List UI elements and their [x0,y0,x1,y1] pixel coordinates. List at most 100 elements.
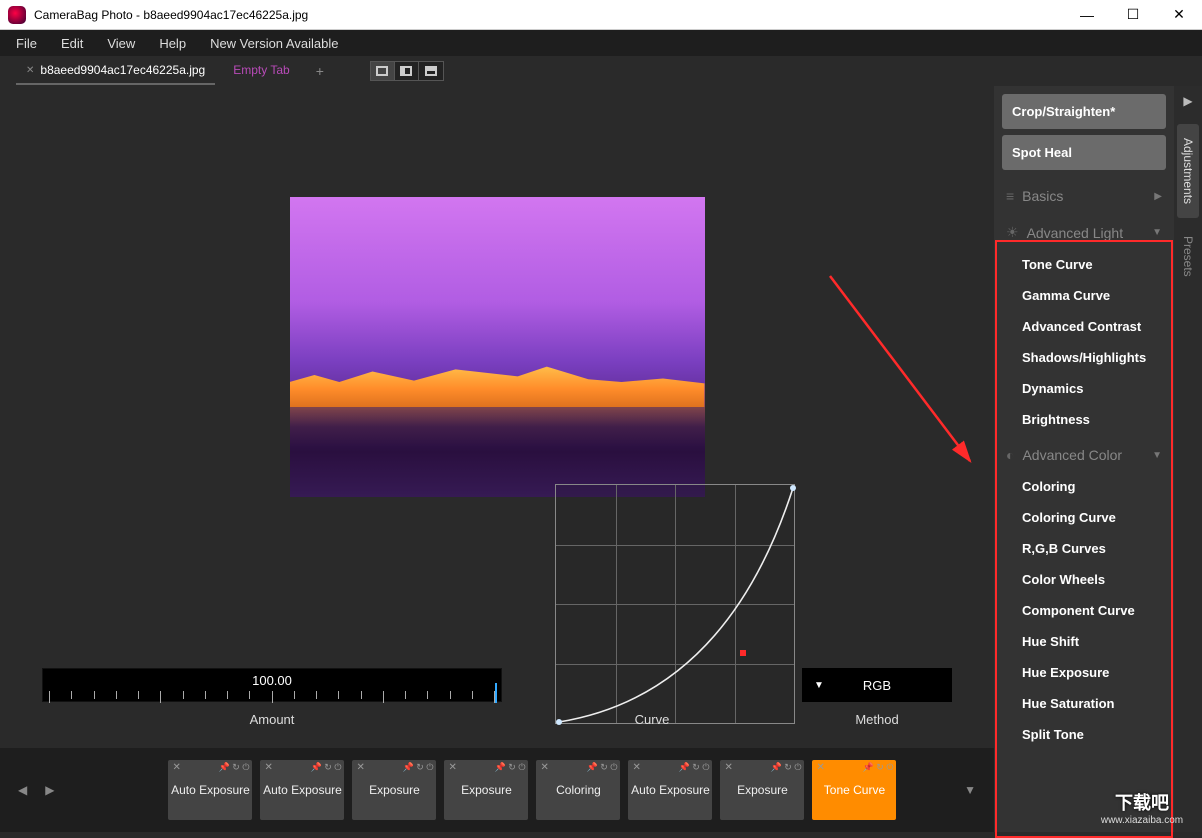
adj-item-color-wheels[interactable]: Color Wheels [1002,564,1166,595]
method-select[interactable]: ▼ RGB [802,668,952,702]
chevron-right-icon: ▶ [1154,191,1162,202]
adj-item-coloring[interactable]: Coloring [1002,471,1166,502]
adj-item-tone-curve[interactable]: Tone Curve [1002,249,1166,280]
filter-chip-6[interactable]: ✕ 📌 ↻ ⏻ Exposure [720,760,804,820]
chip-close-icon[interactable]: ✕ [540,762,548,774]
chip-toolbar-icons: 📌 ↻ ⏻ [679,762,710,773]
adj-item-hue-exposure[interactable]: Hue Exposure [1002,657,1166,688]
menu-new-version[interactable]: New Version Available [198,32,350,55]
filter-chip-0[interactable]: ✕ 📌 ↻ ⏻ Auto Exposure [168,760,252,820]
chip-label: Auto Exposure [263,783,342,797]
menu-help[interactable]: Help [147,32,198,55]
chip-toolbar-icons: 📌 ↻ ⏻ [771,762,802,773]
chip-close-icon[interactable]: ✕ [356,762,364,774]
amount-label: Amount [42,712,502,727]
tab-active[interactable]: ✕ b8aeed9904ac17ec46225a.jpg [16,57,215,85]
basics-label: Basics [1022,188,1063,204]
chevron-down-icon: ▼ [1152,227,1162,238]
chip-label: Auto Exposure [631,783,710,797]
advanced-light-label: Advanced Light [1027,225,1124,241]
chip-close-icon[interactable]: ✕ [264,762,272,774]
window-titlebar: CameraBag Photo - b8aeed9904ac17ec46225a… [0,0,1202,30]
annotation-arrow [800,256,1000,496]
filter-chip-7[interactable]: ✕📌 ↻ ⏻Tone Curve [812,760,896,820]
method-value: RGB [863,678,891,693]
close-button[interactable]: ✕ [1156,0,1202,30]
chip-label: Exposure [369,783,420,797]
amount-slider-block: 100.00 Amount [42,668,502,727]
filter-chip-1[interactable]: ✕ 📌 ↻ ⏻ Auto Exposure [260,760,344,820]
adj-item-dynamics[interactable]: Dynamics [1002,373,1166,404]
chip-close-icon[interactable]: ✕ [724,762,732,774]
image-preview [290,197,705,497]
filter-strip: ◀ ▶ ✕ 📌 ↻ ⏻ Auto Exposure ✕ 📌 ↻ ⏻ Auto Exposu… [0,748,994,832]
adj-item-shadows-highlights[interactable]: Shadows/Highlights [1002,342,1166,373]
adj-item-gamma-curve[interactable]: Gamma Curve [1002,280,1166,311]
adj-item-hue-saturation[interactable]: Hue Saturation [1002,688,1166,719]
view-split-h-icon[interactable] [395,62,419,80]
app-icon [8,6,26,24]
caret-down-icon: ▼ [814,680,824,691]
controls-row: 100.00 Amount Curve [0,668,994,748]
menu-file[interactable]: File [4,32,49,55]
basics-section-header[interactable]: ≡ Basics ▶ [1002,176,1166,212]
close-tab-icon[interactable]: ✕ [26,65,34,76]
adj-item-hue-shift[interactable]: Hue Shift [1002,626,1166,657]
filter-chip-2[interactable]: ✕📌 ↻ ⏻Exposure [352,760,436,820]
canvas-viewport[interactable] [0,86,994,668]
filter-chips: ✕📌 ↻ ⏻Auto Exposure✕📌 ↻ ⏻Auto Exposure✕📌… [168,760,896,820]
minimize-button[interactable]: — [1064,0,1110,30]
chip-close-icon[interactable]: ✕ [632,762,640,774]
add-tab-button[interactable]: + [308,59,332,83]
filter-chip-5[interactable]: ✕ 📌 ↻ ⏻ Auto Exposure [628,760,712,820]
right-panels: Crop/Straighten* Spot Heal ≡ Basics ▶ ☀ … [994,86,1202,832]
crop-straighten-button[interactable]: Crop/Straighten* [1002,94,1166,129]
view-single-icon[interactable] [371,62,395,80]
tab-active-label: b8aeed9904ac17ec46225a.jpg [40,63,205,77]
chip-toolbar-icons: 📌 ↻ ⏻ [311,762,342,773]
chip-label: Coloring [556,783,601,797]
strip-next-button[interactable]: ▶ [41,779,58,801]
annotation-red-dot [740,650,746,656]
side-tab-adjustments[interactable]: Adjustments [1177,124,1199,218]
view-mode-toggles [370,61,444,81]
chip-close-icon[interactable]: ✕ [172,762,180,774]
spot-heal-button[interactable]: Spot Heal [1002,135,1166,170]
adj-item-r-g-b-curves[interactable]: R,G,B Curves [1002,533,1166,564]
chevron-down-icon: ▼ [1152,450,1162,461]
strip-dropdown-button[interactable]: ▼ [960,779,980,801]
chip-close-icon[interactable]: ✕ [448,762,456,774]
curve-block: Curve [532,668,772,727]
filter-chip-4[interactable]: ✕📌 ↻ ⏻Coloring [536,760,620,820]
adj-item-advanced-contrast[interactable]: Advanced Contrast [1002,311,1166,342]
adjustments-panel: Crop/Straighten* Spot Heal ≡ Basics ▶ ☀ … [994,86,1174,832]
adj-item-coloring-curve[interactable]: Coloring Curve [1002,502,1166,533]
method-block: ▼ RGB Method [802,668,952,727]
menu-view[interactable]: View [95,32,147,55]
filter-chip-3[interactable]: ✕📌 ↻ ⏻Exposure [444,760,528,820]
canvas-area: 100.00 Amount Curve [0,86,994,832]
adj-item-split-tone[interactable]: Split Tone [1002,719,1166,750]
chip-close-icon[interactable]: ✕ [816,762,824,774]
curve-label: Curve [532,712,772,727]
view-split-v-icon[interactable] [419,62,443,80]
chip-label: Auto Exposure [171,783,250,797]
chip-toolbar-icons: 📌 ↻ ⏻ [863,762,894,773]
window-title: CameraBag Photo - b8aeed9904ac17ec46225a… [34,8,308,22]
chip-toolbar-icons: 📌 ↻ ⏻ [219,762,250,773]
amount-slider[interactable]: 100.00 [42,668,502,702]
expand-panel-icon[interactable]: ▶ [1183,94,1192,108]
side-tab-presets[interactable]: Presets [1177,222,1199,291]
tab-empty[interactable]: Empty Tab [223,57,299,85]
light-icon: ☀ [1006,224,1019,241]
adj-item-brightness[interactable]: Brightness [1002,404,1166,435]
slider-cursor-icon[interactable] [495,683,497,703]
advanced-color-header[interactable]: ◐ Advanced Color ▼ [1002,435,1166,471]
advanced-light-header[interactable]: ☀ Advanced Light ▼ [1002,212,1166,249]
maximize-button[interactable]: ☐ [1110,0,1156,30]
adj-item-component-curve[interactable]: Component Curve [1002,595,1166,626]
strip-prev-button[interactable]: ◀ [14,779,31,801]
chip-label: Exposure [737,783,788,797]
menu-edit[interactable]: Edit [49,32,95,55]
palette-icon: ◐ [1006,447,1014,463]
